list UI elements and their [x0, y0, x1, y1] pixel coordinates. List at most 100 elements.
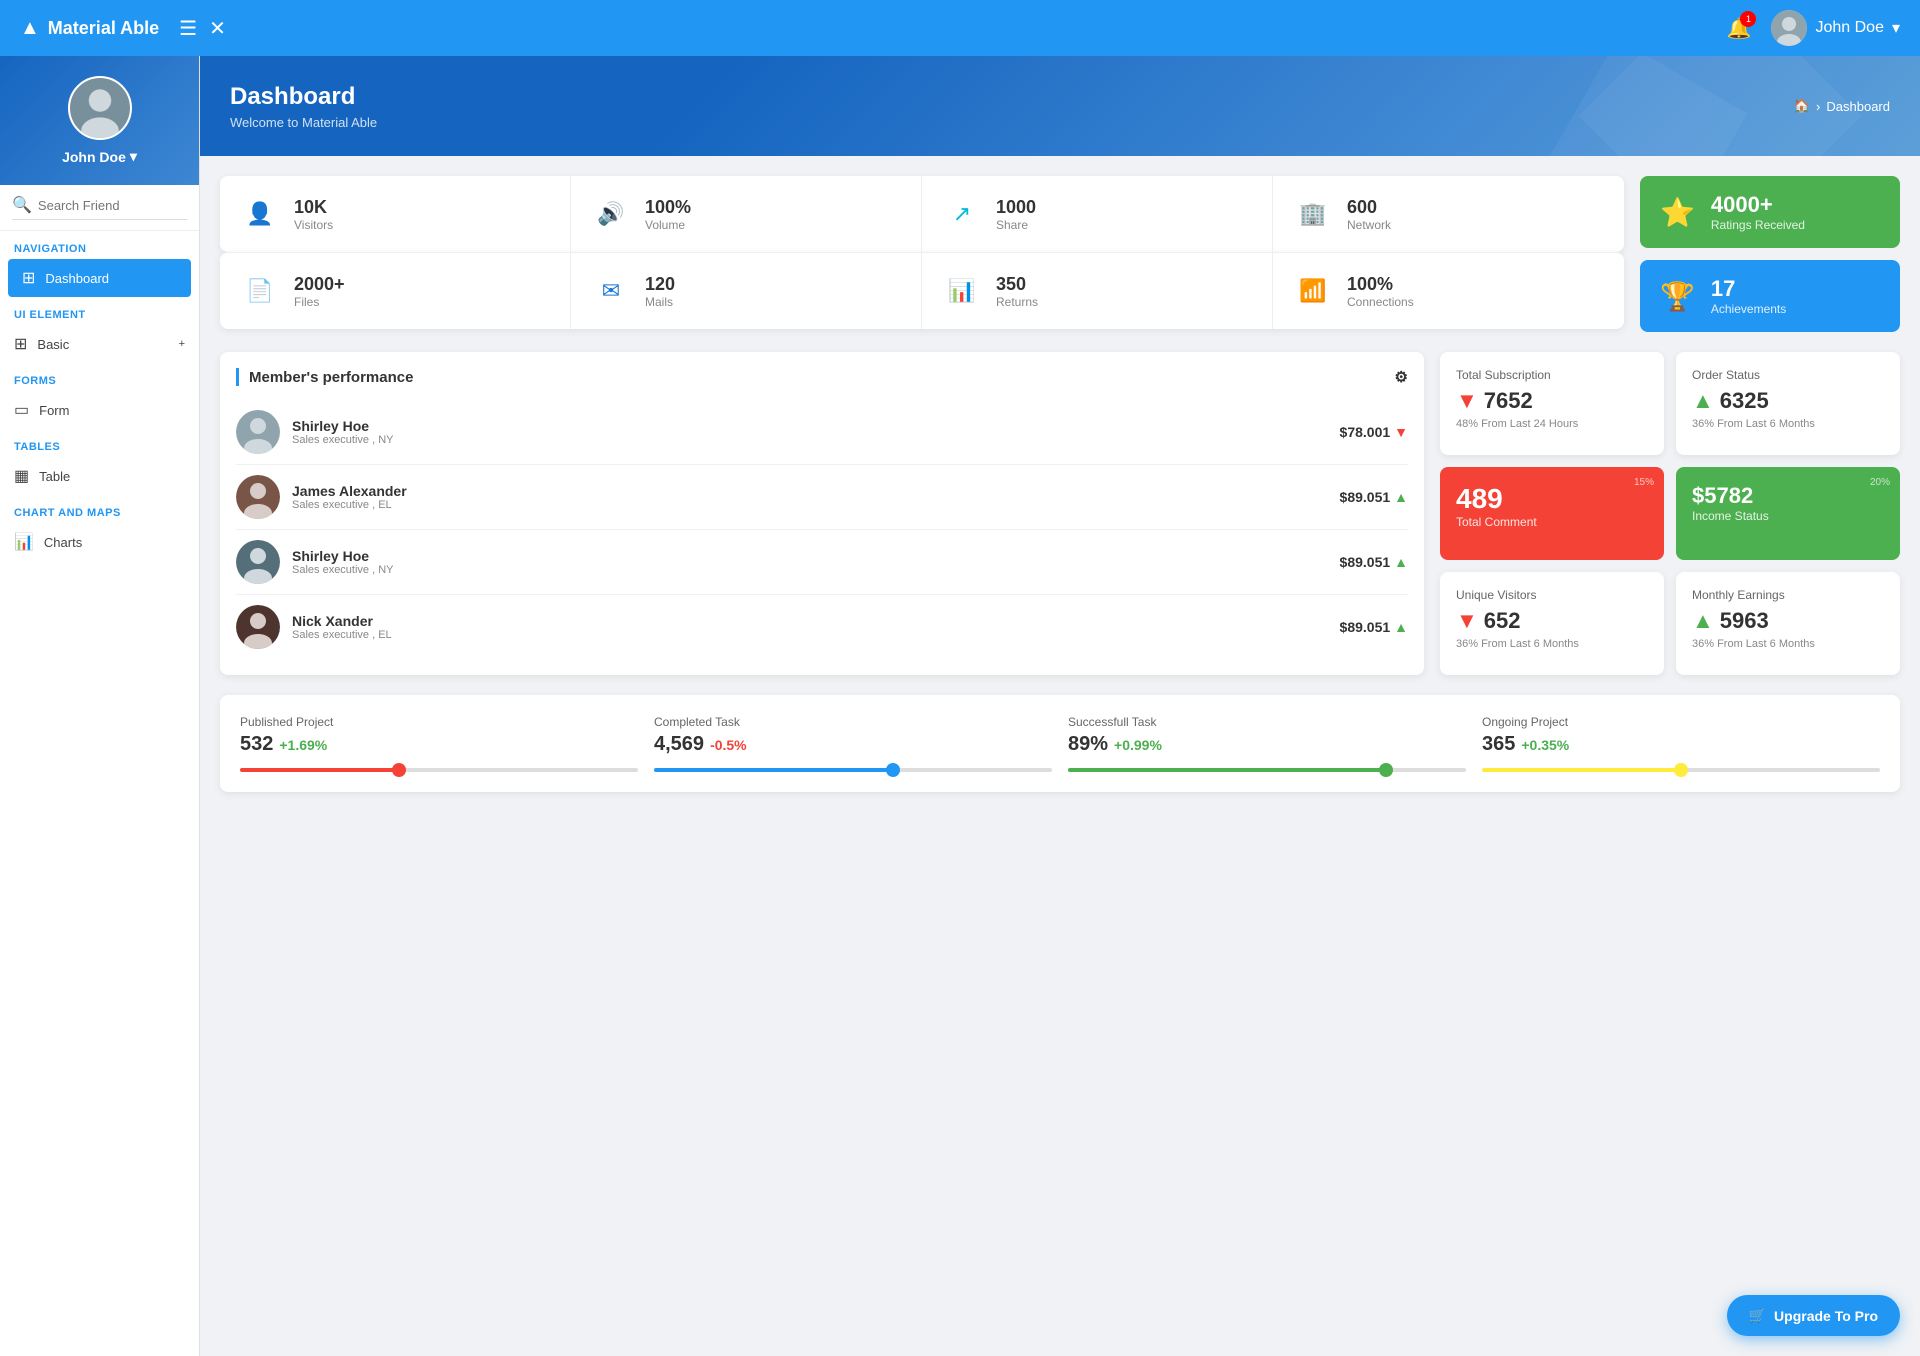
main-content: Dashboard Welcome to Material Able 🏠 › D…: [200, 56, 1920, 1356]
ratings-info: 4000+ Ratings Received: [1711, 192, 1805, 232]
user-menu[interactable]: John Doe ▾: [1771, 10, 1900, 46]
hamburger-button[interactable]: ☰: [179, 16, 197, 41]
mails-value: 120: [645, 274, 675, 295]
successful-title: Successfull Task: [1068, 715, 1466, 729]
section-label-tables: Tables: [0, 429, 199, 457]
member-name-2: Shirley Hoe: [292, 548, 1328, 564]
table-icon: ▦: [14, 466, 29, 486]
member-amount-0: $78.001 ▼: [1340, 424, 1408, 440]
sidebar-item-label-charts: Charts: [44, 535, 82, 550]
order-status-up-icon: ▲: [1692, 388, 1714, 414]
visitors-icon: 👤: [240, 194, 280, 234]
mails-icon: ✉: [591, 271, 631, 311]
successful-thumb: [1379, 763, 1393, 777]
volume-value: 100%: [645, 197, 691, 218]
published-pct: +1.69%: [279, 737, 327, 753]
member-row: Shirley Hoe Sales executive , NY $78.001…: [236, 400, 1408, 465]
ratings-value: 4000+: [1711, 192, 1805, 218]
stat-card-connections: 📶 100% Connections: [1273, 253, 1624, 329]
ratings-card: ⭐ 4000+ Ratings Received: [1640, 176, 1900, 248]
files-label: Files: [294, 295, 345, 309]
connections-label: Connections: [1347, 295, 1414, 309]
ratings-icon: ⭐: [1660, 196, 1695, 229]
stat-card-visitors-info: 10K Visitors: [294, 197, 333, 232]
sidebar-item-table[interactable]: ▦ Table: [0, 457, 199, 495]
sidebar-item-basic[interactable]: ⊞ Basic +: [0, 325, 199, 363]
member-role-0: Sales executive , NY: [292, 434, 1328, 446]
sidebar-caret: ▾: [130, 148, 137, 165]
member-info-0: Shirley Hoe Sales executive , NY: [292, 418, 1328, 446]
member-row: Nick Xander Sales executive , EL $89.051…: [236, 595, 1408, 659]
stat-card-mails: ✉ 120 Mails: [571, 253, 922, 329]
monthly-earnings-title: Monthly Earnings: [1692, 588, 1884, 602]
visitors-label: Visitors: [294, 218, 333, 232]
settings-icon[interactable]: ⚙: [1395, 368, 1408, 386]
basic-icon: ⊞: [14, 334, 27, 354]
total-sub-title: Total Subscription: [1456, 368, 1648, 382]
completed-title: Completed Task: [654, 715, 1052, 729]
published-thumb: [392, 763, 406, 777]
unique-visitors-val: ▼ 652: [1456, 608, 1648, 634]
order-status-title: Order Status: [1692, 368, 1884, 382]
files-value: 2000+: [294, 274, 345, 295]
sidebar-item-charts[interactable]: 📊 Charts: [0, 523, 199, 561]
top-stats-row: 👤 10K Visitors 🔊 100% Volume: [220, 176, 1900, 332]
topnav-username: John Doe: [1815, 19, 1884, 37]
sidebar-avatar: [68, 76, 132, 140]
search-input[interactable]: [38, 198, 187, 213]
dashboard-icon: ⊞: [22, 268, 35, 288]
published-slider[interactable]: [240, 768, 638, 772]
sidebar: John Doe ▾ 🔍 Navigation ⊞ Dashboard UI E…: [0, 56, 200, 1356]
stat-card-connections-info: 100% Connections: [1347, 274, 1414, 309]
notifications-bell[interactable]: 🔔 1: [1727, 16, 1752, 41]
stat-card-share: ↗ 1000 Share: [922, 176, 1273, 252]
unique-visitors-title: Unique Visitors: [1456, 588, 1648, 602]
income-status-val: $5782: [1692, 483, 1884, 509]
stat-card-files: 📄 2000+ Files: [220, 253, 571, 329]
member-avatar-2: [236, 540, 280, 584]
share-label: Share: [996, 218, 1036, 232]
stat-card-volume: 🔊 100% Volume: [571, 176, 922, 252]
share-icon: ↗: [942, 194, 982, 234]
volume-icon: 🔊: [591, 194, 631, 234]
bottom-stat-published: Published Project 532 +1.69%: [240, 715, 638, 772]
bottom-stat-ongoing: Ongoing Project 365 +0.35%: [1482, 715, 1880, 772]
form-icon: ▭: [14, 400, 29, 420]
achievements-value: 17: [1711, 276, 1786, 302]
income-status-badge: 20%: [1870, 477, 1890, 488]
member-avatar-1: [236, 475, 280, 519]
sidebar-item-form[interactable]: ▭ Form: [0, 391, 199, 429]
trend-up-icon-2: ▲: [1394, 554, 1408, 570]
achievements-info: 17 Achievements: [1711, 276, 1786, 316]
user-avatar-top: [1771, 10, 1807, 46]
successful-val: 89% +0.99%: [1068, 733, 1466, 756]
total-sub-val: ▼ 7652: [1456, 388, 1648, 414]
bottom-stat-successful: Successfull Task 89% +0.99%: [1068, 715, 1466, 772]
network-icon: 🏢: [1293, 194, 1333, 234]
breadcrumb-current: Dashboard: [1826, 99, 1890, 114]
upgrade-button[interactable]: 🛒 Upgrade To Pro: [1727, 1295, 1900, 1336]
member-info-3: Nick Xander Sales executive , EL: [292, 613, 1328, 641]
ongoing-pct: +0.35%: [1521, 737, 1569, 753]
ongoing-slider[interactable]: [1482, 768, 1880, 772]
returns-label: Returns: [996, 295, 1038, 309]
ongoing-title: Ongoing Project: [1482, 715, 1880, 729]
achievements-icon: 🏆: [1660, 280, 1695, 313]
monthly-earnings-val: ▲ 5963: [1692, 608, 1884, 634]
expand-basic: +: [179, 338, 185, 350]
bottom-stats: Published Project 532 +1.69% Completed T…: [220, 695, 1900, 792]
stat-card-files-info: 2000+ Files: [294, 274, 345, 309]
close-button[interactable]: ✕: [209, 16, 226, 41]
mid-section: Member's performance ⚙ Shirley Hoe Sales…: [220, 352, 1900, 675]
app-title: Material Able: [48, 18, 159, 39]
stat-card-visitors: 👤 10K Visitors: [220, 176, 571, 252]
published-title: Published Project: [240, 715, 638, 729]
top-navigation: ▲ Material Able ☰ ✕ 🔔 1 John Doe ▾: [0, 0, 1920, 56]
sidebar-item-dashboard[interactable]: ⊞ Dashboard: [8, 259, 191, 297]
trend-up-icon-1: ▲: [1394, 489, 1408, 505]
successful-slider[interactable]: [1068, 768, 1466, 772]
monthly-earnings-up-icon: ▲: [1692, 608, 1714, 634]
completed-slider[interactable]: [654, 768, 1052, 772]
charts-icon: 📊: [14, 532, 34, 552]
trend-up-icon-3: ▲: [1394, 619, 1408, 635]
